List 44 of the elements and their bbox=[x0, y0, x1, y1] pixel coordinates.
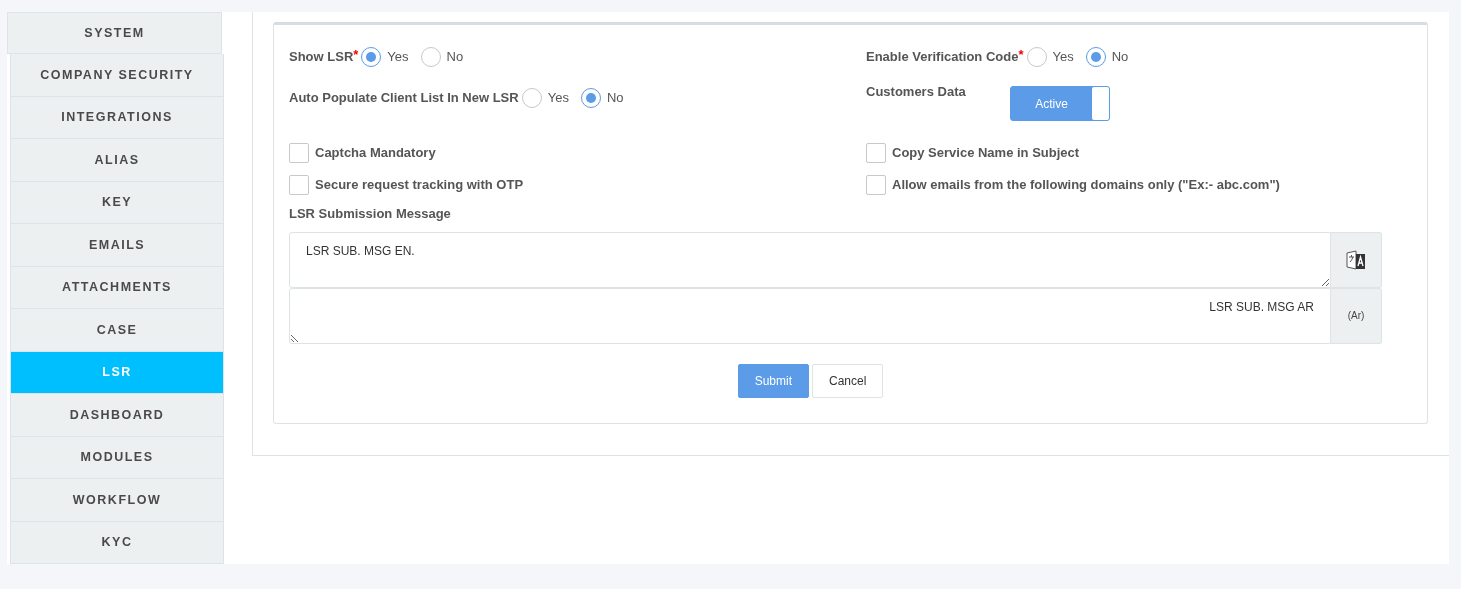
sidebar-item[interactable]: DASHBOARD bbox=[10, 394, 224, 437]
checkbox-label: Captcha Mandatory bbox=[315, 144, 436, 163]
field-label: Show LSR bbox=[289, 48, 354, 67]
checkbox[interactable] bbox=[866, 143, 886, 163]
radio-label: Yes bbox=[1052, 48, 1074, 67]
language-tag: (Ar) bbox=[1347, 308, 1365, 323]
radio-label: No bbox=[446, 48, 464, 67]
radio-button[interactable] bbox=[1026, 47, 1047, 67]
sidebar-item[interactable]: ALIAS bbox=[10, 139, 224, 182]
required-mark: * bbox=[1018, 46, 1024, 64]
field-label: Enable Verification Code bbox=[866, 48, 1019, 67]
radio-label: Yes bbox=[387, 48, 409, 67]
checkbox-label: Copy Service Name in Subject bbox=[892, 144, 1080, 163]
sidebar-item[interactable]: COMPANY SECURITY bbox=[10, 54, 224, 97]
sidebar-item[interactable]: EMAILS bbox=[10, 224, 224, 267]
sidebar-item[interactable]: KEY bbox=[10, 181, 224, 225]
radio-button[interactable] bbox=[361, 47, 382, 67]
radio-button[interactable] bbox=[580, 88, 601, 108]
radio-label: No bbox=[1111, 48, 1129, 67]
checkbox[interactable] bbox=[866, 175, 886, 195]
radio-button[interactable] bbox=[1085, 47, 1106, 67]
field-label: LSR Submission Message bbox=[289, 205, 451, 223]
message-textarea[interactable]: LSR SUB. MSG EN. bbox=[289, 231, 1331, 288]
radio-label: Yes bbox=[547, 89, 569, 108]
checkbox[interactable] bbox=[289, 143, 309, 163]
required-mark: * bbox=[353, 46, 359, 64]
radio-button[interactable] bbox=[420, 47, 441, 67]
sidebar-item[interactable]: SYSTEM bbox=[7, 12, 222, 55]
checkbox-label: Allow emails from the following domains only ("Ex:- abc.com") bbox=[892, 176, 1280, 195]
checkbox-label: Secure request tracking with OTP bbox=[315, 176, 524, 195]
sidebar-item[interactable]: KYC bbox=[10, 521, 224, 565]
checkbox[interactable] bbox=[289, 175, 309, 195]
radio-button[interactable] bbox=[521, 88, 542, 108]
field-label: Auto Populate Client List In New LSR bbox=[289, 89, 519, 108]
sidebar-item[interactable]: ATTACHMENTS bbox=[10, 266, 224, 310]
sidebar-item[interactable]: WORKFLOW bbox=[10, 479, 224, 522]
sidebar-item[interactable]: MODULES bbox=[10, 436, 224, 480]
sidebar-item[interactable]: CASE bbox=[10, 309, 224, 352]
message-textarea[interactable]: LSR SUB. MSG AR bbox=[289, 287, 1331, 344]
translate-icon bbox=[1345, 248, 1367, 271]
field-label: Customers Data bbox=[866, 83, 967, 101]
radio-label: No bbox=[606, 89, 624, 108]
cancel-button[interactable]: Cancel bbox=[812, 363, 884, 398]
sidebar-item[interactable]: INTEGRATIONS bbox=[10, 96, 224, 140]
